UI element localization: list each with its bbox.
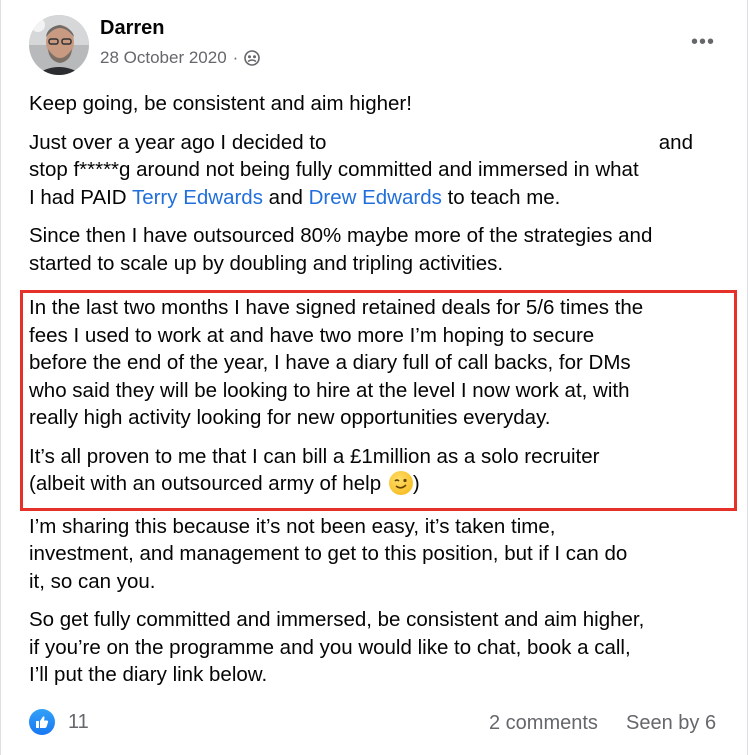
paragraph-7-line-2: if you’re on the programme and you would…	[29, 635, 631, 659]
paragraph-4-line-2: fees I used to work at and have two more…	[29, 323, 595, 347]
paragraph-5: It’s all proven to me that I can bill a …	[29, 443, 734, 498]
paragraph-6-line-2: investment, and management to get to thi…	[29, 542, 628, 565]
paragraph-5-line-2: (albeit with an outsourced army of help …	[29, 470, 734, 498]
comments-count[interactable]: 2 comments	[489, 712, 598, 735]
thumbs-up-icon[interactable]	[29, 709, 55, 735]
text-fragment: and	[658, 130, 693, 154]
text-fragment: to teach me.	[441, 185, 561, 209]
paragraph-5-line-1: It’s all proven to me that I can bill a …	[29, 444, 600, 468]
more-options-icon[interactable]: •••	[685, 30, 721, 54]
paragraph-7: So get fully committed and immersed, be …	[29, 606, 734, 689]
reaction-count[interactable]: 11	[68, 711, 89, 734]
meta-separator: ·	[232, 48, 239, 67]
post-body: Keep going, be consistent and aim higher…	[29, 90, 734, 700]
paragraph-1: Keep going, be consistent and aim higher…	[29, 92, 412, 115]
text-fragment: )	[412, 472, 420, 495]
post-meta: 28 October 2020 ·	[100, 48, 261, 68]
post-date[interactable]: 28 October 2020	[100, 48, 227, 68]
paragraph-4-line-1: In the last two months I have signed ret…	[29, 296, 644, 319]
text-fragment: and	[262, 185, 309, 209]
paragraph-6-line-1: I’m sharing this because it’s not been e…	[29, 514, 556, 538]
paragraph-2-line-3: I had PAID Terry Edwards and Drew Edward…	[29, 184, 734, 212]
paragraph-2-line-1: Just over a year ago I decided to and	[29, 129, 693, 157]
paragraph-4-line-5: really high activity looking for new opp…	[29, 406, 551, 429]
post-footer: 11 2 comments Seen by 6	[29, 709, 729, 739]
paragraph-4-line-3: before the end of the year, I have a dia…	[29, 351, 631, 374]
paragraph-3: Since then I have outsourced 80% maybe m…	[29, 222, 734, 277]
text-fragment: I had PAID	[29, 185, 132, 209]
paragraph-2: Just over a year ago I decided to and st…	[29, 129, 734, 212]
text-fragment: Just over a year ago I decided to	[29, 130, 327, 154]
mention-terry-edwards[interactable]: Terry Edwards	[132, 186, 263, 209]
paragraph-4-line-4: who said they will be looking to hire at…	[29, 378, 630, 402]
post-card: Darren 28 October 2020 · ••• Keep going,…	[0, 0, 748, 755]
paragraph-6: I’m sharing this because it’s not been e…	[29, 513, 734, 596]
author-name[interactable]: Darren	[100, 17, 164, 40]
text-fragment: (albeit with an outsourced army of help	[29, 472, 387, 495]
paragraph-4: In the last two months I have signed ret…	[29, 294, 734, 432]
paragraph-3-line-2: started to scale up by doubling and trip…	[29, 251, 504, 275]
seen-by-count[interactable]: Seen by 6	[626, 712, 716, 735]
paragraph-7-line-3: I’ll put the diary link below.	[29, 663, 268, 686]
paragraph-6-line-3: it, so can you.	[29, 569, 156, 593]
paragraph-3-line-1: Since then I have outsourced 80% maybe m…	[29, 224, 653, 247]
avatar[interactable]	[29, 15, 89, 75]
paragraph-2-line-2: stop f*****g around not being fully comm…	[29, 158, 639, 181]
avatar-photo	[29, 15, 89, 75]
winking-face-emoji	[388, 471, 413, 495]
group-audience-icon[interactable]	[244, 50, 261, 66]
mention-drew-edwards[interactable]: Drew Edwards	[309, 186, 442, 209]
paragraph-7-line-1: So get fully committed and immersed, be …	[29, 608, 645, 631]
